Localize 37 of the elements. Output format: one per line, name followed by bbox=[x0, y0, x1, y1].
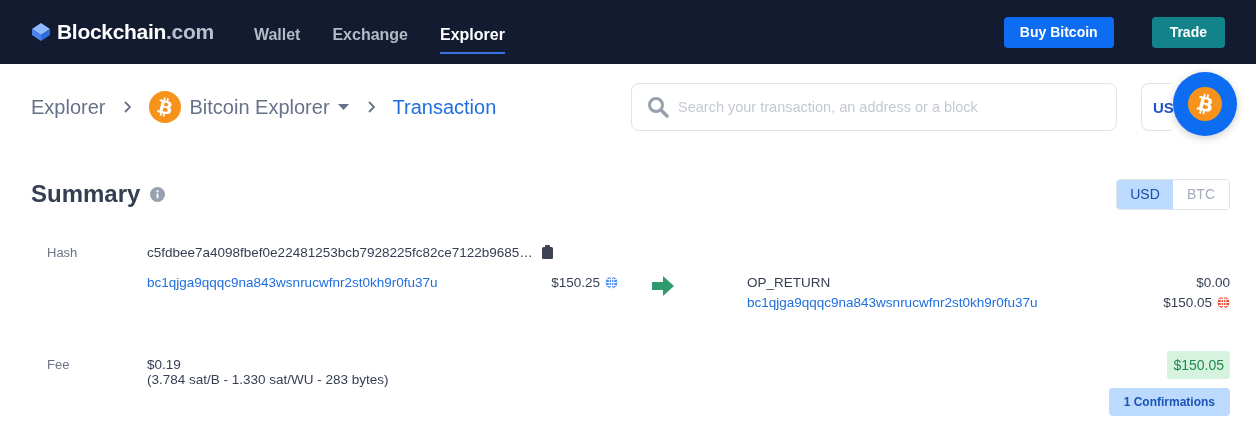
search-icon bbox=[647, 96, 669, 118]
logo-icon bbox=[31, 22, 51, 42]
nav-tab[interactable]: Exchange bbox=[332, 14, 408, 54]
chevron-icon bbox=[366, 101, 375, 113]
clipboard-icon[interactable] bbox=[541, 245, 553, 259]
output-script: OP_RETURN bbox=[747, 274, 831, 290]
trade-button[interactable]: Trade bbox=[1151, 16, 1225, 48]
breadcrumb-current: Transaction bbox=[392, 95, 497, 119]
arrow-icon bbox=[652, 276, 674, 296]
field-label: Fee bbox=[47, 356, 71, 374]
network-dropdown[interactable]: Bitcoin Explorer bbox=[149, 91, 349, 123]
fee-amount: $0.19 bbox=[147, 357, 182, 372]
buy-button[interactable]: Buy Bitcoin bbox=[1003, 16, 1114, 48]
unit-toggle[interactable]: USD bbox=[1117, 179, 1173, 209]
bitcoin-icon bbox=[1188, 87, 1222, 121]
transaction-hash: c5fdbee7a4098fbef0e22481253bcb7928225fc82ce7122b9685… bbox=[147, 244, 533, 260]
confirmations-button[interactable]: 1 Confirmations bbox=[1108, 388, 1230, 416]
amount: $150.25 bbox=[551, 274, 600, 290]
search-field[interactable]: Search your transaction, an address or a block bbox=[631, 83, 1117, 131]
address-link[interactable]: bc1qjga9qqqc9na843wsnrucwfnr2st0kh9r0fu37u bbox=[747, 294, 1038, 310]
caret-icon bbox=[337, 104, 349, 110]
bitcoin-floating-button[interactable] bbox=[1173, 72, 1237, 136]
logo-text[interactable]: Blockchain.com bbox=[57, 20, 214, 44]
amount: $150.05 bbox=[1163, 294, 1212, 310]
info-icon[interactable] bbox=[150, 186, 166, 202]
chevron-icon bbox=[123, 101, 132, 113]
nav-tab[interactable]: Explorer bbox=[440, 14, 505, 54]
total-amount: $150.05 bbox=[1167, 351, 1230, 379]
section-title: Summary bbox=[31, 180, 141, 208]
breadcrumb-link[interactable]: Explorer bbox=[31, 95, 106, 119]
bitcoin-icon bbox=[149, 91, 182, 123]
currency-button[interactable]: US bbox=[1141, 83, 1172, 131]
address-link[interactable]: bc1qjga9qqqc9na843wsnrucwfnr2st0kh9r0fu37u bbox=[147, 274, 438, 290]
fee-detail: (3.784 sat/B - 1.330 sat/WU - 283 bytes) bbox=[147, 372, 390, 387]
nav-tab[interactable]: Wallet bbox=[253, 14, 301, 54]
amount: $0.00 bbox=[1196, 274, 1230, 290]
field-label: Hash bbox=[47, 243, 79, 262]
